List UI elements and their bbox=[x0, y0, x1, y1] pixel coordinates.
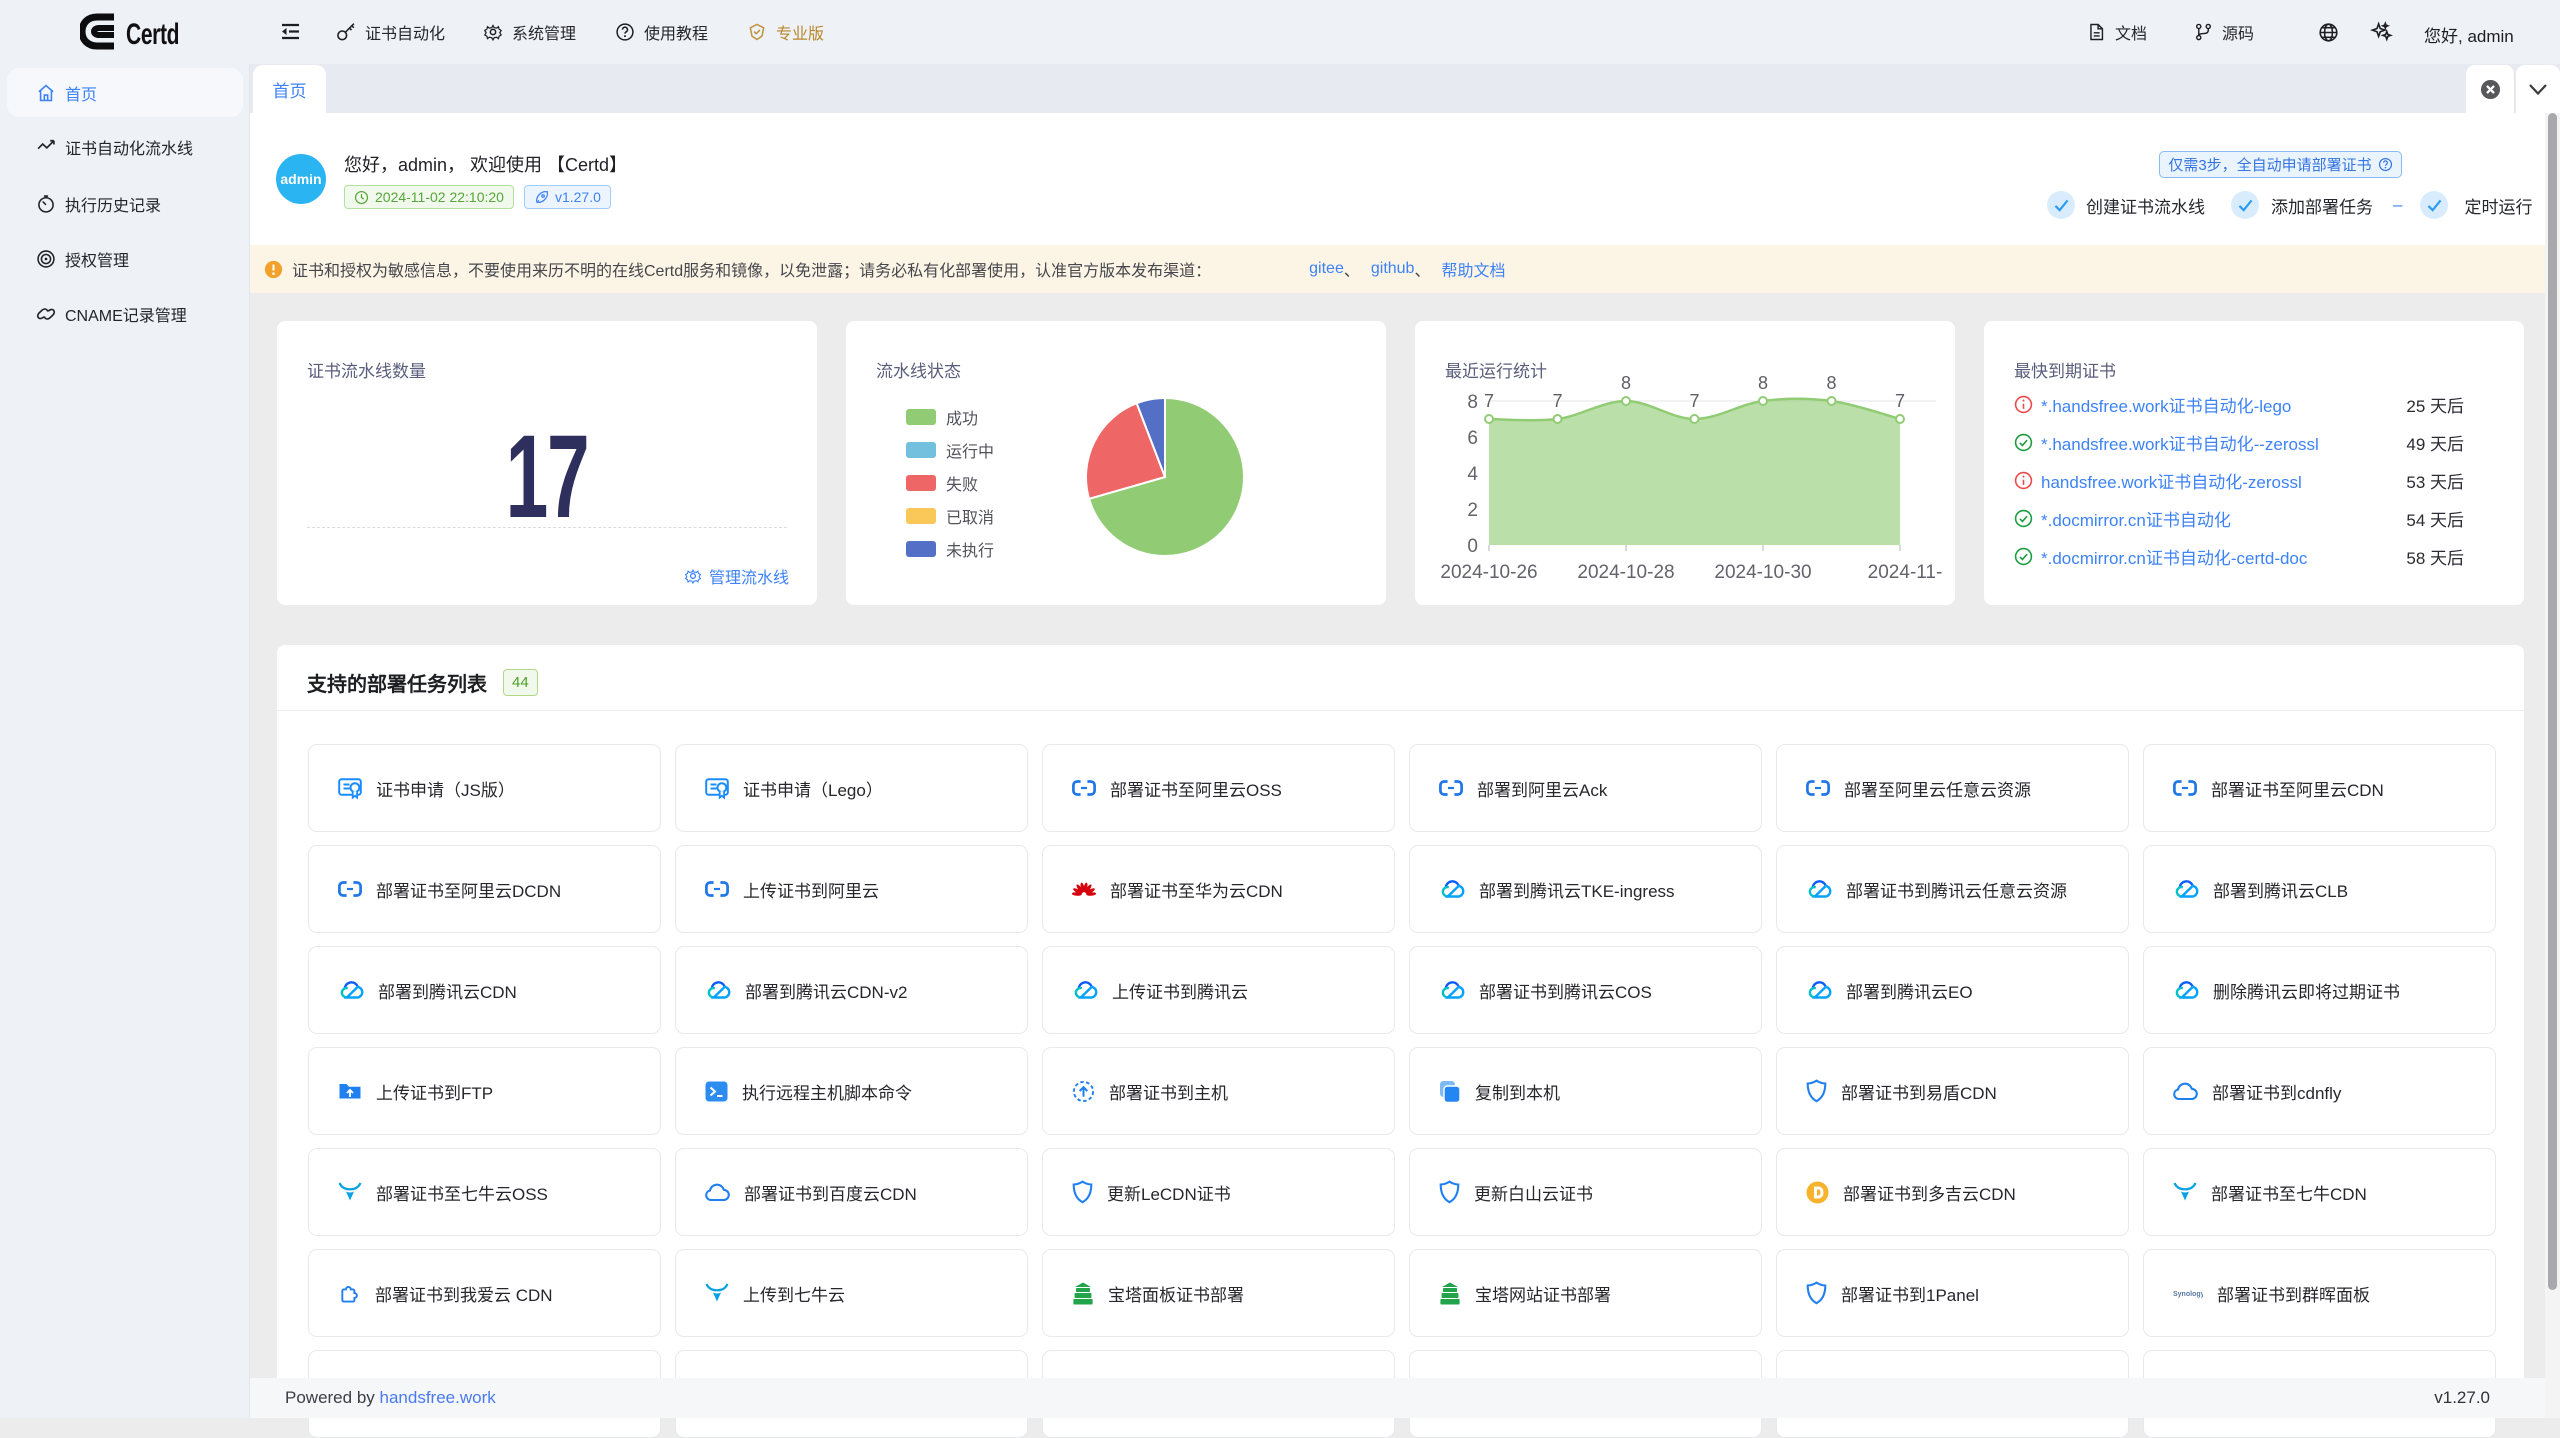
svg-text:0: 0 bbox=[1467, 536, 1478, 557]
svg-text:2024-11-: 2024-11- bbox=[1868, 562, 1943, 583]
svg-text:4: 4 bbox=[1467, 464, 1478, 485]
svg-text:7: 7 bbox=[1484, 391, 1494, 411]
svg-text:6: 6 bbox=[1467, 428, 1478, 449]
svg-text:2024-10-26: 2024-10-26 bbox=[1440, 562, 1537, 583]
svg-text:8: 8 bbox=[1467, 392, 1478, 413]
svg-text:7: 7 bbox=[1552, 391, 1562, 411]
svg-text:Synology: Synology bbox=[2173, 1291, 2203, 1298]
svg-text:7: 7 bbox=[1895, 391, 1905, 411]
svg-text:2024-10-28: 2024-10-28 bbox=[1577, 562, 1674, 583]
svg-text:8: 8 bbox=[1758, 375, 1768, 393]
svg-text:2024-10-30: 2024-10-30 bbox=[1714, 562, 1811, 583]
svg-text:8: 8 bbox=[1826, 375, 1836, 393]
svg-text:7: 7 bbox=[1689, 391, 1699, 411]
svg-text:8: 8 bbox=[1621, 375, 1631, 393]
svg-text:2: 2 bbox=[1467, 500, 1478, 521]
